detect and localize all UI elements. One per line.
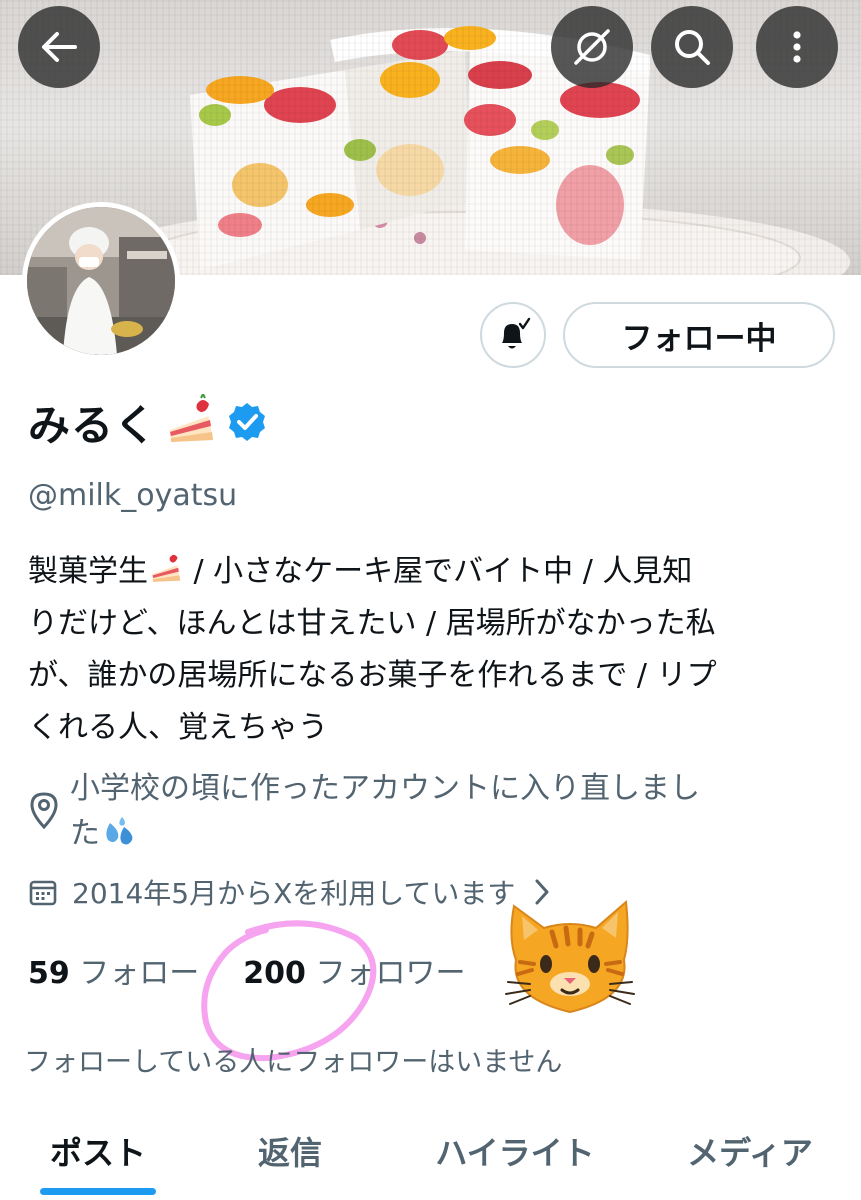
grok-button[interactable] — [551, 6, 633, 88]
following-stat[interactable]: 59 フォロー — [28, 948, 199, 992]
followers-stat[interactable]: 200 フォロワー — [243, 948, 465, 992]
profile-bio: 製菓学生 / 小さなケーキ屋でバイト中 / 人見知 りだけど、ほんとは甘えたい … — [28, 546, 838, 754]
arrow-left-icon — [42, 32, 77, 62]
search-button[interactable] — [651, 6, 733, 88]
bio-line: 製菓学生 / 小さなケーキ屋でバイト中 / 人見知 — [28, 546, 838, 598]
active-tab-indicator — [40, 1188, 156, 1195]
more-options-button[interactable] — [756, 6, 838, 88]
grok-icon — [574, 29, 610, 65]
bio-line: くれる人、覚えちゃう — [28, 710, 328, 745]
followed-by-note: フォローしている人にフォロワーはいません — [24, 1047, 563, 1078]
bio-line: が、誰かの居場所になるお菓子を作れるまで / リプ — [28, 658, 717, 693]
sweat-droplets-emoji — [106, 817, 133, 845]
display-name: みるく — [28, 392, 269, 452]
location-pin-icon — [30, 792, 58, 830]
display-name-text: みるく — [28, 400, 158, 450]
location-line: 小学校の頃に作ったアカウントに入り直しまし — [70, 771, 700, 806]
verified-badge-icon[interactable] — [225, 400, 269, 444]
location-line-text: た — [70, 816, 100, 851]
profile-joined-date[interactable]: 2014年5月からXを利用しています — [28, 872, 551, 912]
tab-replies[interactable]: 返信 — [200, 1108, 380, 1194]
notification-bell-button[interactable] — [480, 302, 546, 368]
location-text: 小学校の頃に作ったアカウントに入り直しまし た — [70, 766, 700, 856]
profile-location: 小学校の頃に作ったアカウントに入り直しまし た — [28, 766, 828, 856]
following-count: 59 — [28, 956, 70, 991]
calendar-icon — [29, 880, 57, 906]
followers-label: フォロワー — [315, 956, 466, 991]
tab-posts[interactable]: ポスト — [14, 1108, 182, 1194]
back-button[interactable] — [18, 6, 100, 88]
cat-face-emoji — [505, 899, 635, 1014]
more-vertical-icon — [793, 31, 801, 63]
bio-text: / 小さなケーキ屋でバイト中 / 人見知 — [184, 554, 693, 589]
search-icon — [675, 30, 710, 65]
followers-count: 200 — [243, 956, 306, 991]
tab-media[interactable]: メディア — [650, 1108, 850, 1194]
location-line: た — [70, 811, 700, 856]
tab-highlights[interactable]: ハイライト — [400, 1108, 630, 1194]
following-label: フォロー — [79, 956, 200, 991]
bio-text: 製菓学生 — [28, 554, 148, 589]
avatar[interactable] — [22, 202, 180, 360]
profile-tabs: ポスト 返信 ハイライト メディア — [0, 1108, 861, 1200]
joined-text: 2014年5月からXを利用しています — [72, 877, 516, 910]
shortcake-emoji — [151, 554, 181, 582]
follow-stats: 59 フォロー 200 フォロワー — [28, 948, 465, 992]
shortcake-emoji — [169, 394, 214, 442]
bio-line: りだけど、ほんとは甘えたい / 居場所がなかった私 — [28, 606, 716, 641]
avatar-photo — [27, 207, 175, 355]
bell-check-icon — [502, 317, 531, 349]
following-button[interactable]: フォロー中 — [563, 302, 835, 368]
user-handle: @milk_oyatsu — [28, 478, 238, 513]
